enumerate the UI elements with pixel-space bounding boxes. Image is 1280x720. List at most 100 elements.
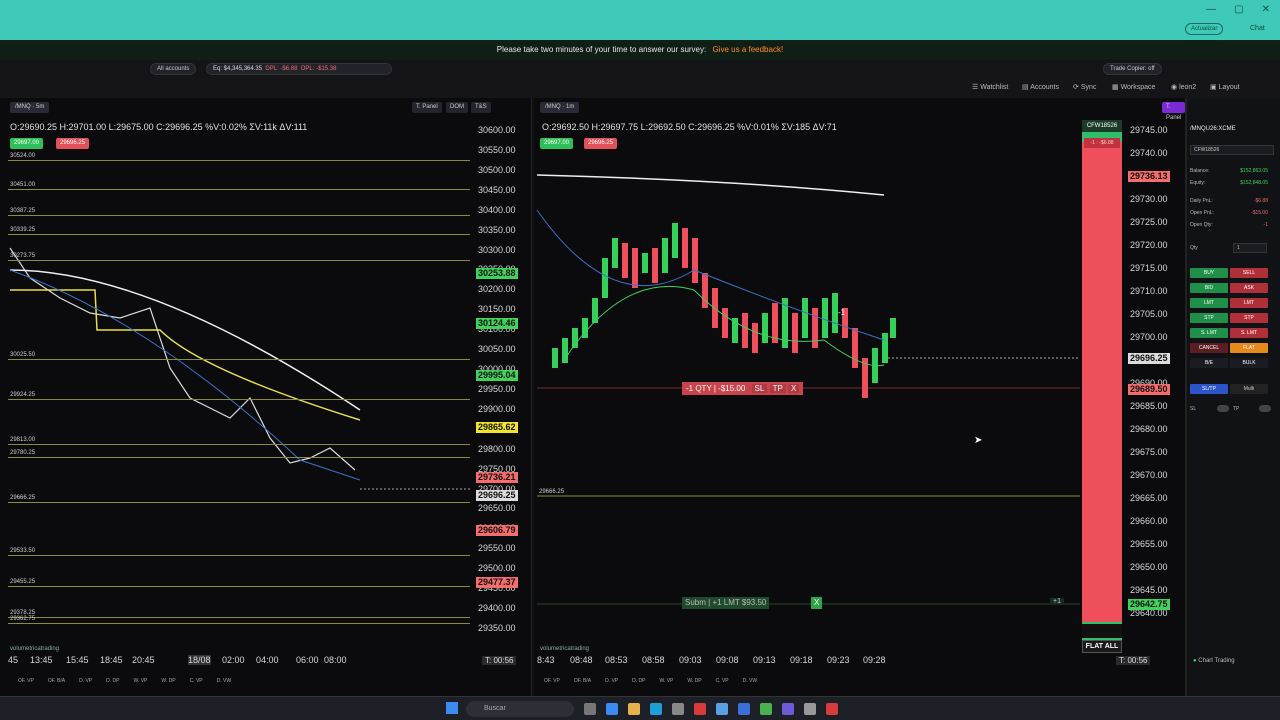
study-tab[interactable]: D. VP bbox=[79, 678, 92, 684]
app-icon-2[interactable] bbox=[694, 703, 706, 715]
flat-all-button[interactable]: FLAT ALL bbox=[1082, 640, 1122, 653]
side-button-left[interactable]: BID bbox=[1190, 283, 1228, 293]
side-button-right[interactable]: SELL bbox=[1230, 268, 1268, 278]
study-tab[interactable]: D. VW bbox=[743, 678, 757, 684]
candle bbox=[642, 253, 648, 273]
tp-toggle[interactable] bbox=[1259, 405, 1271, 412]
side-button-right[interactable]: STP bbox=[1230, 313, 1268, 323]
layout-label: Layout bbox=[1218, 84, 1240, 91]
study-tab[interactable]: D. VP bbox=[605, 678, 618, 684]
side-button-left[interactable]: B/E bbox=[1190, 358, 1228, 368]
study-tab[interactable]: C. VP bbox=[190, 678, 203, 684]
widgets-icon[interactable] bbox=[606, 703, 618, 715]
watermark-logo: volumetricatrading bbox=[10, 646, 60, 652]
y-tick-label: 29550.00 bbox=[478, 543, 516, 554]
start-icon[interactable] bbox=[446, 702, 458, 714]
workspace-button[interactable]: ▦ Workspace bbox=[1112, 83, 1155, 91]
accounts-button[interactable]: ▤ Accounts bbox=[1022, 83, 1059, 91]
side-button-left[interactable]: BUY bbox=[1190, 268, 1228, 278]
x-tick-label: 8:43 bbox=[537, 655, 555, 665]
chrome-icon[interactable] bbox=[760, 703, 772, 715]
study-tab[interactable]: D. DP bbox=[106, 678, 119, 684]
pending-order-tag[interactable]: Subm | +1 LMT $93.50 bbox=[682, 597, 770, 609]
study-tab[interactable]: W. VP bbox=[133, 678, 147, 684]
trade-copier-toggle[interactable]: Trade Copier: off bbox=[1103, 63, 1162, 75]
settings-icon[interactable] bbox=[804, 703, 816, 715]
chat-button[interactable]: Chat bbox=[1250, 25, 1265, 32]
side-button-right[interactable]: LMT bbox=[1230, 298, 1268, 308]
sltp-tab[interactable]: SL/TP bbox=[1190, 384, 1228, 394]
price-label: 29736.21 bbox=[476, 472, 518, 483]
side-button-right[interactable]: ASK bbox=[1230, 283, 1268, 293]
watchlist-button[interactable]: ☰ Watchlist bbox=[972, 83, 1008, 91]
account-select[interactable]: CFW18526 bbox=[1190, 145, 1274, 155]
chart-panel-1m[interactable]: /MNQ · 1m T. Panel DOM O:29692.50 H:2969… bbox=[534, 98, 1214, 696]
side-button-left[interactable]: LMT bbox=[1190, 298, 1228, 308]
study-tab[interactable]: OF. VP bbox=[18, 678, 34, 684]
chart1-symbol-tab[interactable]: /MNQ · 5m bbox=[10, 102, 50, 113]
side-button-right[interactable]: BULK bbox=[1230, 358, 1268, 368]
tpanel-button[interactable]: T. Panel bbox=[412, 102, 442, 113]
side-button-left[interactable]: STP bbox=[1190, 313, 1228, 323]
account-tag: CFW18526 bbox=[1082, 120, 1122, 132]
taskbar-search[interactable]: Buscar bbox=[466, 701, 574, 717]
side-button-left[interactable]: CANCEL bbox=[1190, 343, 1228, 353]
study-tab[interactable]: C. VP bbox=[716, 678, 729, 684]
update-button[interactable]: Actualizar bbox=[1185, 23, 1224, 35]
ts-button[interactable]: T&S bbox=[471, 102, 491, 113]
study-tab[interactable]: D. DP bbox=[632, 678, 645, 684]
study-tab[interactable]: OF. VP bbox=[544, 678, 560, 684]
close-icon[interactable]: ✕ bbox=[1262, 4, 1270, 15]
level-label: 30524.00 bbox=[10, 153, 36, 160]
user-button[interactable]: ◉ leon2 bbox=[1171, 83, 1196, 91]
edge-icon[interactable] bbox=[650, 703, 662, 715]
candle bbox=[792, 313, 798, 353]
app-icon[interactable] bbox=[672, 703, 684, 715]
user-label: leon2 bbox=[1179, 84, 1197, 91]
tpanel-button-2[interactable]: T. Panel bbox=[1162, 102, 1186, 121]
x-tick-label: 18/08 bbox=[188, 655, 211, 665]
cancel-order-button[interactable]: X bbox=[811, 597, 823, 609]
multi-tab[interactable]: Multi bbox=[1230, 384, 1268, 394]
close-position-button[interactable]: X bbox=[788, 384, 800, 393]
tp-button[interactable]: TP bbox=[769, 384, 786, 393]
level-line bbox=[8, 502, 470, 503]
dom-ask-side[interactable] bbox=[1082, 142, 1122, 622]
side-button-right[interactable]: S. LMT bbox=[1230, 328, 1268, 338]
candle bbox=[622, 243, 628, 278]
dom-button[interactable]: DOM bbox=[446, 102, 468, 113]
chart1-canvas[interactable] bbox=[0, 120, 472, 650]
chart-panel-5m[interactable]: /MNQ · 5m T. Panel DOM T&S O:29690.25 H:… bbox=[0, 98, 532, 696]
trading-app-icon[interactable] bbox=[826, 703, 838, 715]
side-button-left[interactable]: S. LMT bbox=[1190, 328, 1228, 338]
position-order-tag[interactable]: -1 QTY | -$15.00 SL TP X bbox=[682, 382, 804, 395]
survey-link[interactable]: Give us a feedback! bbox=[712, 45, 783, 54]
study-tab[interactable]: OF. B/A bbox=[48, 678, 65, 684]
task-view-icon[interactable] bbox=[584, 703, 596, 715]
study-tab[interactable]: D. VW bbox=[217, 678, 231, 684]
minimize-icon[interactable]: — bbox=[1206, 4, 1216, 15]
accounts-select[interactable]: All accounts bbox=[150, 63, 197, 75]
layout-button[interactable]: ▣ Layout bbox=[1210, 83, 1240, 91]
level-line bbox=[8, 358, 470, 360]
study-tab[interactable]: W. DP bbox=[687, 678, 701, 684]
level-line bbox=[8, 554, 470, 556]
teams-icon[interactable] bbox=[782, 703, 794, 715]
price-label: 29736.13 bbox=[1128, 171, 1170, 182]
study-tab[interactable]: W. DP bbox=[161, 678, 175, 684]
help-icon[interactable] bbox=[716, 703, 728, 715]
sync-button[interactable]: ⟳ Sync bbox=[1073, 83, 1096, 91]
accounts-label: Accounts bbox=[1030, 84, 1059, 91]
file-explorer-icon[interactable] bbox=[628, 703, 640, 715]
watermark-logo-2: volumetricatrading bbox=[540, 646, 590, 652]
sl-button[interactable]: SL bbox=[751, 384, 768, 393]
chart2-symbol-tab[interactable]: /MNQ · 1m bbox=[540, 102, 580, 113]
qty-input[interactable]: 1 bbox=[1233, 243, 1267, 253]
study-tab[interactable]: OF. B/A bbox=[574, 678, 591, 684]
study-tab[interactable]: W. VP bbox=[659, 678, 673, 684]
chart2-canvas[interactable] bbox=[534, 120, 1080, 650]
side-button-right[interactable]: FLAT bbox=[1230, 343, 1268, 353]
mail-icon[interactable] bbox=[738, 703, 750, 715]
sl-toggle[interactable] bbox=[1217, 405, 1229, 412]
maximize-icon[interactable]: ▢ bbox=[1234, 4, 1243, 15]
